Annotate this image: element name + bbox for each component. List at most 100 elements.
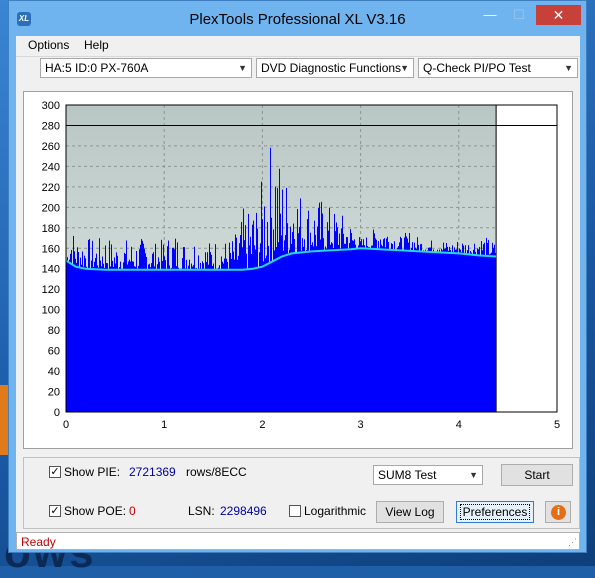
- pie-bar: [400, 236, 401, 412]
- pie-bar: [460, 249, 461, 412]
- pie-bar: [391, 243, 392, 412]
- start-button[interactable]: Start: [501, 464, 573, 486]
- pie-bar: [373, 229, 374, 412]
- pie-bar: [89, 238, 90, 412]
- pie-bar: [119, 267, 120, 412]
- function-select[interactable]: DVD Diagnostic Functions ▼: [256, 58, 414, 78]
- pie-bar: [374, 233, 375, 412]
- pie-bar: [299, 226, 300, 412]
- pie-bar: [297, 209, 298, 412]
- y-tick-label: 80: [48, 325, 60, 337]
- pie-bar: [341, 228, 342, 412]
- pie-bar: [129, 259, 130, 412]
- menu-help[interactable]: Help: [84, 38, 109, 52]
- title-bar[interactable]: XL PlexTools Professional XL V3.16 — ☐ ✕: [9, 1, 586, 37]
- pie-bar: [203, 263, 204, 412]
- show-poe-checkbox[interactable]: ✓: [49, 505, 61, 517]
- pie-bar: [445, 248, 446, 412]
- pie-bar: [201, 268, 202, 412]
- pie-bar: [459, 248, 460, 412]
- pie-bar: [271, 217, 272, 412]
- y-tick-label: 280: [42, 120, 60, 132]
- pie-bar: [348, 248, 349, 412]
- pie-bar: [470, 251, 471, 412]
- pie-bar: [235, 234, 236, 412]
- pie-bar: [366, 237, 367, 412]
- pie-bar: [390, 249, 391, 412]
- preferences-label: Preferences: [459, 504, 531, 520]
- pie-bar: [340, 248, 341, 412]
- pie-bar: [278, 242, 279, 412]
- pie-bar: [303, 246, 304, 412]
- show-pie-label: Show PIE:: [64, 465, 121, 479]
- pie-bar: [305, 251, 306, 412]
- close-button[interactable]: ✕: [536, 5, 581, 25]
- pie-bar: [345, 243, 346, 412]
- pie-bar: [202, 261, 203, 412]
- test-select[interactable]: Q-Check PI/PO Test ▼: [418, 58, 578, 78]
- pie-bar: [218, 267, 219, 412]
- pie-bar: [307, 219, 308, 412]
- pie-bar: [289, 249, 290, 412]
- pie-bar: [99, 238, 100, 412]
- drive-select[interactable]: HA:5 ID:0 PX-760A ▼: [40, 58, 252, 78]
- pie-bar: [127, 264, 128, 412]
- menu-options[interactable]: Options: [28, 38, 69, 52]
- pi-chart-frame: 300 280 260 240 220 200 180 160 140 120 100 80 60 40 2…: [23, 91, 573, 449]
- pie-bar: [347, 237, 348, 412]
- pie-bar: [270, 147, 271, 412]
- pie-bar: [96, 253, 97, 412]
- pie-bar: [334, 213, 335, 412]
- pie-bar: [189, 259, 190, 412]
- show-pie-checkbox[interactable]: ✓: [49, 466, 61, 478]
- pie-bar: [246, 253, 247, 412]
- pie-bar: [162, 260, 163, 412]
- pie-bar: [244, 240, 245, 412]
- pie-bar: [422, 251, 423, 412]
- chevron-down-icon: ▼: [469, 470, 478, 480]
- pie-bar: [356, 248, 357, 412]
- resize-grip-icon[interactable]: ⋰: [568, 537, 577, 548]
- pie-bar: [165, 260, 166, 412]
- pie-bar: [95, 257, 96, 412]
- pie-bar: [439, 249, 440, 412]
- pie-bar: [195, 268, 196, 412]
- chevron-down-icon: ▼: [238, 63, 247, 73]
- pie-bar: [429, 247, 430, 412]
- pie-bar: [75, 258, 76, 412]
- pi-chart: 3002802602402202001801601401201008060402…: [42, 100, 560, 431]
- x-tick-label: 5: [554, 419, 560, 431]
- test-mode-select[interactable]: SUM8 Test ▼: [373, 465, 483, 485]
- logarithmic-checkbox[interactable]: [289, 505, 301, 517]
- pie-bar: [118, 268, 119, 412]
- preferences-button[interactable]: Preferences: [456, 501, 534, 523]
- pie-bar: [180, 269, 181, 412]
- pie-bar: [139, 249, 140, 412]
- pie-bar: [362, 245, 363, 412]
- pie-bar: [384, 238, 385, 412]
- pie-bar: [455, 249, 456, 412]
- pie-bar: [471, 252, 472, 412]
- pie-bar: [357, 247, 358, 412]
- pie-bar: [493, 247, 494, 412]
- pie-bar: [420, 244, 421, 412]
- pie-bar: [283, 250, 284, 412]
- pie-bar: [437, 249, 438, 412]
- x-tick-label: 3: [358, 419, 364, 431]
- pie-bar: [342, 215, 343, 412]
- y-tick-label: 0: [54, 407, 60, 419]
- view-log-button[interactable]: View Log: [376, 501, 444, 523]
- maximize-button[interactable]: ☐: [505, 5, 533, 25]
- pie-bar: [258, 267, 259, 412]
- pie-bar: [453, 251, 454, 412]
- chevron-down-icon: ▼: [400, 63, 409, 73]
- minimize-button[interactable]: —: [476, 5, 504, 25]
- pie-bar: [274, 250, 275, 412]
- pie-bar: [300, 198, 301, 412]
- pie-bar: [463, 245, 464, 412]
- pie-bar: [288, 253, 289, 412]
- info-button[interactable]: i: [545, 501, 571, 523]
- pie-bar: [214, 269, 215, 412]
- pie-bar: [398, 246, 399, 412]
- pie-bar: [266, 255, 267, 412]
